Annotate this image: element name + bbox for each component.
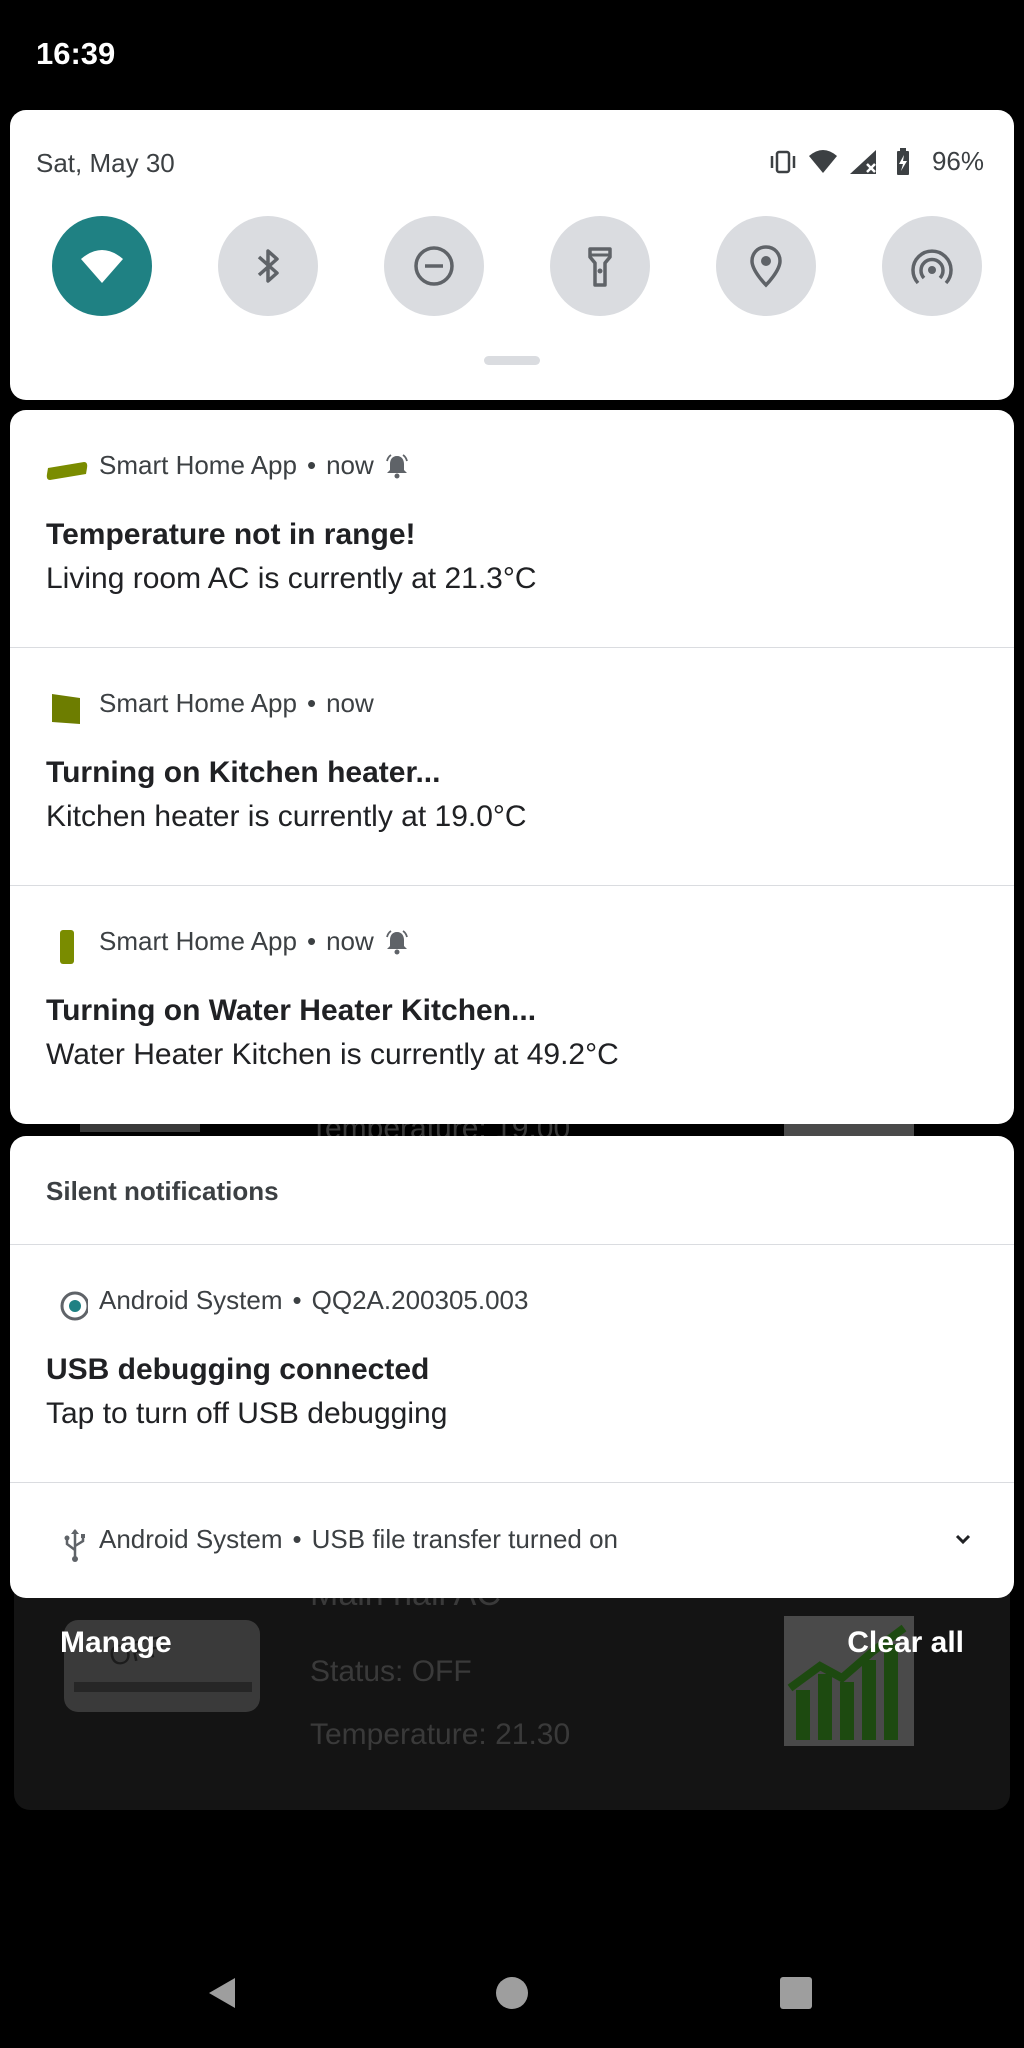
system-status-icons: 96% <box>768 146 984 177</box>
hotspot-icon <box>911 249 953 285</box>
hotspot-tile[interactable] <box>882 216 982 316</box>
status-bar: 16:39 <box>0 0 1024 110</box>
notification-text: Water Heater Kitchen is currently at 49.… <box>46 1038 619 1071</box>
notification-title: Turning on Kitchen heater... <box>46 756 441 789</box>
do-not-disturb-icon <box>414 246 454 286</box>
app-name: Smart Home App <box>99 450 297 480</box>
app-name: Android System <box>99 1524 283 1554</box>
notification-time: now <box>326 450 374 480</box>
clock: 16:39 <box>36 36 116 71</box>
do-not-disturb-tile[interactable] <box>384 216 484 316</box>
wifi-signal-icon <box>808 149 837 173</box>
android-system-icon <box>60 1291 88 1321</box>
location-icon <box>750 245 782 288</box>
recents-button[interactable] <box>773 1970 819 2016</box>
background-temperature: Temperature: 21.30 <box>310 1718 571 1751</box>
notification-temperature-alert[interactable]: Smart Home App • now Temperature not in … <box>10 410 1014 648</box>
quick-settings-panel: Sat, May 30 96% <box>10 110 1014 400</box>
flashlight-tile[interactable] <box>550 216 650 316</box>
notification-water-heater[interactable]: Smart Home App • now Turning on Water He… <box>10 886 1014 1124</box>
home-button[interactable] <box>489 1970 535 2016</box>
location-tile[interactable] <box>716 216 816 316</box>
build-number: QQ2A.200305.003 <box>311 1285 529 1315</box>
heater-app-icon <box>52 694 80 724</box>
wifi-tile[interactable] <box>52 216 152 316</box>
notification-title: Turning on Water Heater Kitchen... <box>46 994 537 1027</box>
ac-unit-app-icon <box>46 462 88 480</box>
recents-icon <box>780 1977 812 2009</box>
notification-text: Kitchen heater is currently at 19.0°C <box>46 800 527 833</box>
navigation-bar <box>0 1938 1024 2048</box>
alert-bell-icon <box>385 929 408 954</box>
notification-time: now <box>326 926 374 956</box>
battery-percent: 96% <box>931 146 984 176</box>
notification-kitchen-heater[interactable]: Smart Home App • now Turning on Kitchen … <box>10 648 1014 886</box>
notification-header: Android System • QQ2A.200305.003 <box>99 1285 529 1315</box>
quick-settings-drag-handle[interactable] <box>484 356 540 365</box>
quick-settings-tiles <box>52 216 982 316</box>
notification-usb-debugging[interactable]: Android System • QQ2A.200305.003 USB deb… <box>10 1245 1014 1483</box>
alert-bell-icon <box>385 453 408 478</box>
cellular-signal-icon <box>849 149 876 174</box>
notification-summary: USB file transfer turned on <box>311 1524 619 1554</box>
usb-icon <box>64 1529 85 1562</box>
notification-header: Smart Home App • now <box>99 688 374 718</box>
notification-time: now <box>326 688 374 718</box>
notification-title: Temperature not in range! <box>46 518 416 551</box>
manage-notifications-button[interactable]: Manage <box>60 1626 172 1660</box>
notification-title: USB debugging connected <box>46 1353 430 1386</box>
background-status: Status: OFF <box>310 1655 472 1688</box>
silent-notification-group: Silent notifications Android System • QQ… <box>10 1136 1014 1598</box>
app-name: Android System <box>99 1285 283 1315</box>
notification-group: Smart Home App • now Temperature not in … <box>10 410 1014 1124</box>
app-name: Smart Home App <box>99 926 297 956</box>
back-icon <box>209 1978 235 2008</box>
water-heater-app-icon <box>60 930 74 964</box>
back-button[interactable] <box>200 1970 246 2016</box>
app-name: Smart Home App <box>99 688 297 718</box>
battery-charging-icon <box>896 147 909 175</box>
expand-chevron-icon[interactable] <box>948 1524 978 1554</box>
vibrate-icon <box>770 150 796 173</box>
bluetooth-icon <box>257 249 279 283</box>
notification-header: Smart Home App • now <box>99 926 410 957</box>
silent-notifications-header: Silent notifications <box>46 1176 279 1206</box>
date: Sat, May 30 <box>36 148 175 178</box>
notification-header: Smart Home App • now <box>99 450 410 481</box>
notification-usb-file-transfer[interactable]: Android System • USB file transfer turne… <box>10 1484 1014 1598</box>
home-icon <box>496 1977 528 2009</box>
notification-text: Living room AC is currently at 21.3°C <box>46 562 537 595</box>
flashlight-icon <box>588 247 612 287</box>
notification-text: Tap to turn off USB debugging <box>46 1397 448 1430</box>
notification-header: Android System • USB file transfer turne… <box>99 1524 619 1554</box>
bluetooth-tile[interactable] <box>218 216 318 316</box>
wifi-icon <box>81 250 123 283</box>
clear-all-button[interactable]: Clear all <box>847 1626 964 1660</box>
